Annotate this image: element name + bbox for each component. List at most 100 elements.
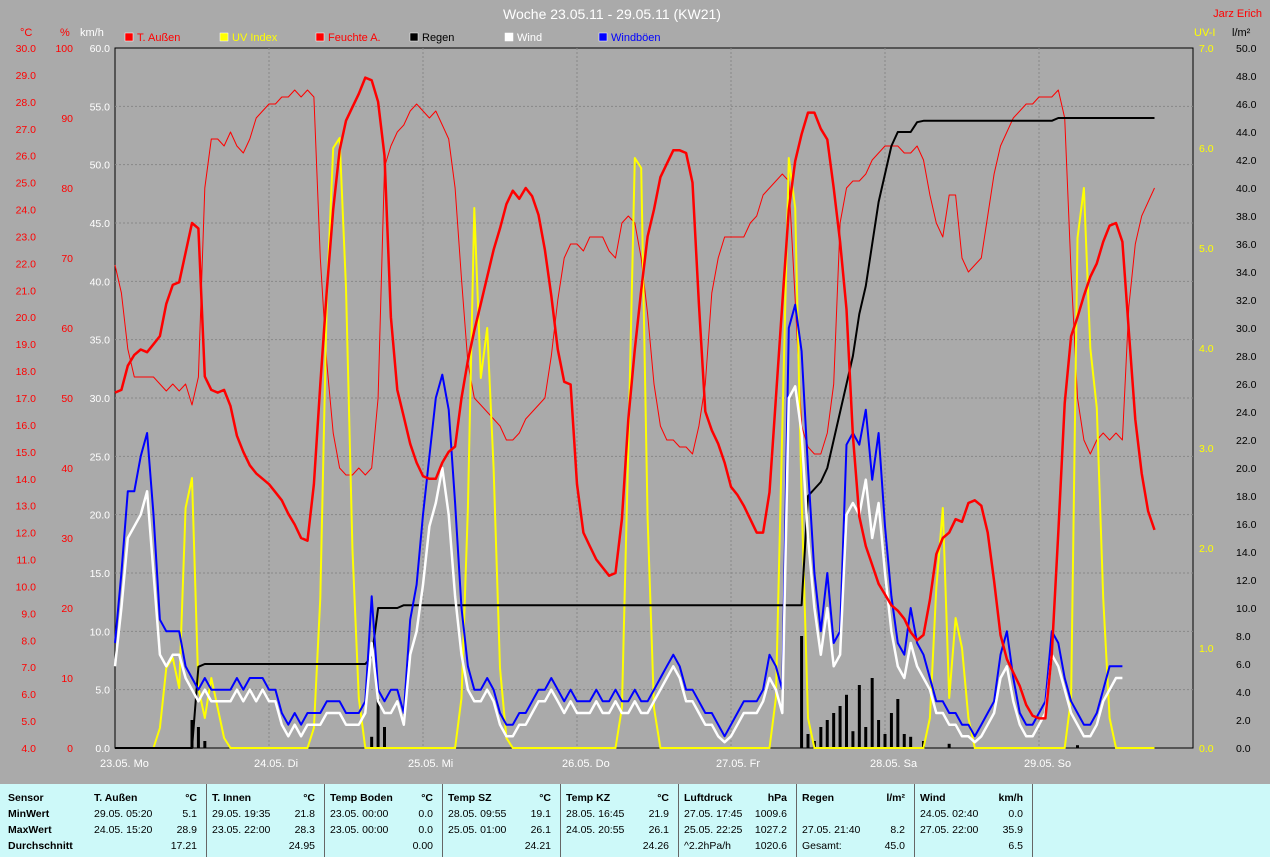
rain-bar — [806, 734, 810, 748]
uv-tick-label: 2.0 — [1199, 543, 1214, 555]
stats-block: T. Innen °C 29.05. 19:35 21.8 23.05. 22:00 28… — [207, 784, 325, 857]
stats-row-label-avg: Durchschnitt — [8, 840, 73, 852]
stats-min-value: 0.0 — [1008, 808, 1023, 820]
humidity-tick-label: 80 — [61, 183, 73, 195]
stats-min-value: 5.1 — [182, 808, 197, 820]
stats-max-value: 1027.2 — [754, 824, 787, 836]
unit-temp: °C — [20, 27, 32, 39]
temp-tick-label: 11.0 — [16, 555, 36, 567]
humidity-tick-label: 40 — [61, 463, 73, 475]
stats-min-value: 21.8 — [294, 808, 315, 820]
temp-tick-label: 5.0 — [21, 716, 36, 728]
stats-min-time: 27.05. 17:45 — [684, 808, 743, 820]
legend-label: Windböen — [611, 32, 661, 44]
temp-tick-label: 14.0 — [16, 474, 37, 486]
rain-tick-label: 48.0 — [1236, 71, 1257, 83]
rain-tick-label: 42.0 — [1236, 155, 1257, 167]
rain-bar — [383, 727, 386, 748]
stats-block: Luftdruck hPa 27.05. 17:45 1009.6 25.05. 22:… — [679, 784, 797, 857]
author-label: Jarz Erich — [1213, 8, 1262, 20]
rain-bar — [370, 736, 374, 748]
stats-title: Regen — [802, 792, 835, 804]
rain-bar — [947, 743, 951, 748]
rain-bar — [825, 720, 829, 748]
temp-tick-label: 24.0 — [16, 205, 37, 217]
stats-min-time: 24.05. 02:40 — [920, 808, 979, 820]
wind-tick-label: 55.0 — [90, 101, 111, 113]
stats-unit: hPa — [767, 792, 787, 804]
uv-tick-label: 3.0 — [1199, 443, 1214, 455]
legend-label: UV Index — [232, 32, 278, 44]
legend-swatch — [598, 32, 608, 42]
legend-swatch — [219, 32, 229, 42]
stats-avg-label: ^2.2hPa/h — [684, 840, 731, 852]
day-tick-label: 27.05. Fr — [716, 758, 760, 770]
stats-max-time: 25.05. 01:00 — [448, 824, 507, 836]
rain-tick-label: 8.0 — [1236, 631, 1251, 643]
stats-row-label-min: MinWert — [8, 808, 50, 820]
day-tick-label: 26.05. Do — [562, 758, 610, 770]
rain-bar — [832, 713, 836, 748]
temp-tick-label: 27.0 — [16, 124, 37, 136]
stats-block: T. Außen °C 29.05. 05:20 5.1 24.05. 15:20 28.… — [89, 784, 207, 857]
day-tick-label: 24.05. Di — [254, 758, 298, 770]
rain-bar — [909, 736, 913, 748]
temp-tick-label: 22.0 — [16, 258, 37, 270]
uv-tick-label: 6.0 — [1199, 143, 1214, 155]
rain-bar — [203, 741, 207, 748]
temp-tick-label: 30.0 — [16, 43, 37, 55]
humidity-tick-label: 70 — [61, 253, 73, 265]
rain-tick-label: 50.0 — [1236, 43, 1257, 55]
rain-bar — [800, 636, 804, 748]
stats-unit: km/h — [998, 792, 1023, 804]
rain-bar — [883, 734, 887, 748]
stats-row-label-max: MaxWert — [8, 824, 52, 836]
stats-avg-value: 17.21 — [170, 840, 197, 852]
uv-tick-label: 7.0 — [1199, 43, 1214, 55]
stats-max-time: 23.05. 00:00 — [330, 824, 389, 836]
temp-tick-label: 9.0 — [21, 608, 36, 620]
stats-min-time: 23.05. 00:00 — [330, 808, 389, 820]
weather-chart: Woche 23.05.11 - 29.05.11 (KW21) Jarz Er… — [0, 0, 1270, 784]
rain-bar — [851, 731, 855, 748]
uv-tick-label: 4.0 — [1199, 343, 1214, 355]
stats-avg-value: 6.5 — [1008, 840, 1023, 852]
stats-max-time: 23.05. 22:00 — [212, 824, 271, 836]
stats-min-value: 19.1 — [530, 808, 551, 820]
unit-uv: UV-I — [1194, 27, 1215, 39]
temp-tick-label: 8.0 — [21, 635, 36, 647]
legend-label: Wind — [517, 32, 542, 44]
temp-tick-label: 28.0 — [16, 97, 37, 109]
rain-bar — [819, 727, 823, 748]
stats-avg-value: 24.95 — [288, 840, 315, 852]
stats-unit: °C — [657, 792, 669, 804]
rain-tick-label: 28.0 — [1236, 351, 1257, 363]
stats-avg-value: 1020.6 — [754, 840, 787, 852]
stats-block: Temp Boden °C 23.05. 00:00 0.0 23.05. 00:00 0… — [325, 784, 443, 857]
rain-tick-label: 34.0 — [1236, 267, 1257, 279]
stats-min-time: 28.05. 09:55 — [448, 808, 507, 820]
stats-min-time: 29.05. 19:35 — [212, 808, 271, 820]
stats-unit: l/m² — [886, 792, 905, 804]
rain-bar — [864, 727, 868, 748]
stats-unit: °C — [421, 792, 433, 804]
rain-tick-label: 14.0 — [1236, 547, 1257, 559]
stats-max-value: 28.3 — [294, 824, 315, 836]
stats-max-time: 27.05. 22:00 — [920, 824, 979, 836]
stats-max-time: 24.05. 15:20 — [94, 824, 153, 836]
rain-bar — [896, 699, 900, 748]
legend-label: Feuchte A. — [328, 32, 381, 44]
stats-min-time: 28.05. 16:45 — [566, 808, 625, 820]
rain-bar — [845, 694, 848, 748]
stats-title: T. Innen — [212, 792, 252, 804]
stats-unit: °C — [303, 792, 315, 804]
wind-tick-label: 60.0 — [90, 43, 111, 55]
humidity-tick-label: 50 — [61, 393, 73, 405]
stats-avg-value: 45.0 — [884, 840, 905, 852]
temp-tick-label: 10.0 — [16, 581, 37, 593]
temp-tick-label: 4.0 — [21, 743, 36, 755]
stats-min-time: 29.05. 05:20 — [94, 808, 153, 820]
rain-tick-label: 18.0 — [1236, 491, 1257, 503]
uv-tick-label: 0.0 — [1199, 743, 1214, 755]
stats-max-time: 27.05. 21:40 — [802, 824, 861, 836]
